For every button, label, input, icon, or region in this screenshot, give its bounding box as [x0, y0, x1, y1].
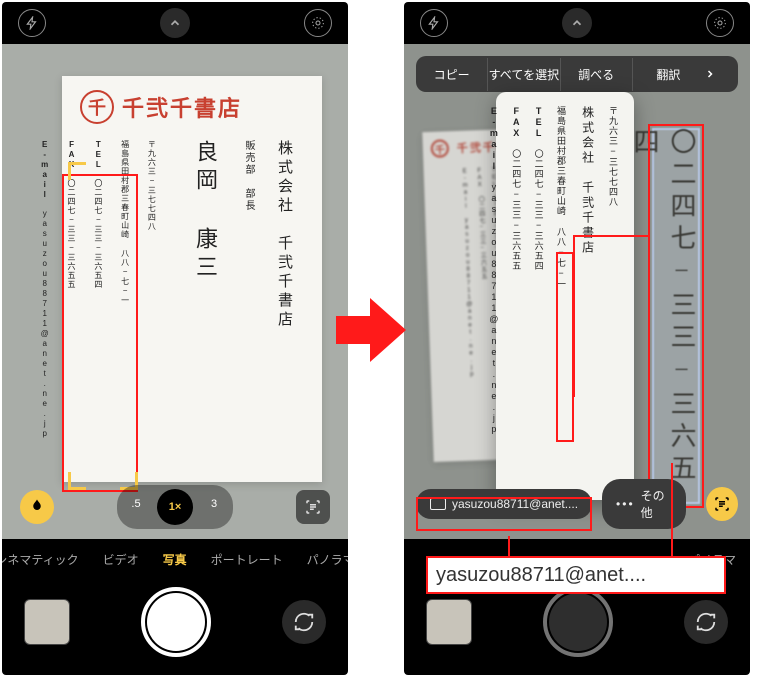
mail-icon: [430, 498, 446, 510]
live-photo-icon[interactable]: [304, 9, 332, 37]
card-postal: 〒九六三−三七七四八: [145, 140, 158, 440]
popup-company: 株式会社 千弐千書店: [576, 106, 598, 486]
annotation-line: [573, 235, 575, 397]
mode-pano[interactable]: パノラマ: [307, 551, 348, 568]
card-person-name: 良岡 康三: [185, 140, 225, 440]
zoom-main[interactable]: 1×: [157, 489, 193, 525]
mode-cinematic[interactable]: シネマティック: [2, 551, 79, 568]
mode-photo[interactable]: 写真: [163, 551, 187, 568]
card-title: 販売部 部長: [239, 140, 257, 440]
popup-fax: FAX 〇二四七−三三−三六五五: [509, 106, 523, 486]
selected-phone-big: 〇二四七−三三−三六五四: [652, 128, 700, 504]
shutter-button[interactable]: [141, 587, 211, 657]
store-name: 千弐千書店: [122, 91, 242, 123]
popup-email: E-mail yasuzou88711@anet.ne.jp: [486, 106, 500, 486]
other-chip-text: その他: [641, 487, 673, 521]
logo-icon: 千: [431, 139, 450, 158]
card-fax: FAX 〇二四七−三三−三六五五: [64, 140, 77, 440]
live-text-button[interactable]: [706, 487, 738, 521]
popup-address: 福島県田村郡三春町山崎 八八−七−一: [554, 106, 568, 486]
card-tel: TEL 〇二四七−三三−三六五四: [91, 140, 104, 440]
action-copy[interactable]: コピー: [416, 58, 488, 91]
last-photo-thumbnail[interactable]: [24, 599, 70, 645]
zoom-tele[interactable]: 3: [199, 489, 229, 519]
live-text-button[interactable]: [296, 490, 330, 524]
mode-video[interactable]: ビデオ: [103, 551, 139, 568]
mode-portrait[interactable]: ポートレート: [211, 551, 283, 568]
macro-mode-icon[interactable]: [20, 490, 54, 524]
action-more-icon[interactable]: [704, 68, 738, 80]
phone-left: 千 千弐千書店 株式会社 千弐千書店 販売部 部長 良岡 康三 〒九六三−三七七…: [2, 2, 348, 675]
flash-icon[interactable]: [18, 9, 46, 37]
card-address: 福島県田村郡三春町山崎 八八−七−一: [118, 140, 131, 440]
email-chip[interactable]: yasuzou88711@anet....: [416, 489, 592, 519]
zoom-wide[interactable]: .5: [121, 489, 151, 519]
livetext-corner-icon: [68, 162, 86, 180]
viewfinder[interactable]: 千 千弐千書店 株式会社 千弐千書店 販売部 部長 良岡 康三 〒九六三−三七七…: [2, 44, 348, 539]
card-company: 株式会社 千弐千書店: [271, 140, 298, 440]
logo-icon: 千: [80, 90, 114, 124]
action-lookup[interactable]: 調べる: [561, 58, 633, 91]
business-card: 千 千弐千書店 株式会社 千弐千書店 販売部 部長 良岡 康三 〒九六三−三七七…: [62, 76, 322, 482]
annotation-line: [508, 536, 510, 558]
text-action-menu: コピー すべてを選択 調べる 翻訳: [416, 56, 738, 92]
viewfinder[interactable]: コピー すべてを選択 調べる 翻訳 千 千弐千書店 株式会社 千弐千書店 福島県…: [404, 44, 750, 539]
action-select-all[interactable]: すべてを選択: [488, 58, 560, 91]
email-overlay: yasuzou88711@anet....: [426, 556, 726, 594]
camera-top-bar: [404, 2, 750, 44]
action-translate[interactable]: 翻訳: [633, 58, 704, 91]
expand-controls-icon[interactable]: [160, 8, 190, 38]
more-icon: •••: [616, 497, 635, 511]
camera-flip-icon[interactable]: [282, 600, 326, 644]
annotation-line: [671, 463, 673, 557]
other-chip[interactable]: ••• その他: [602, 479, 686, 529]
text-popup: 〒九六三−三七七四八 株式会社 千弐千書店 福島県田村郡三春町山崎 八八−七−一…: [496, 92, 634, 500]
expand-controls-icon[interactable]: [562, 8, 592, 38]
camera-top-bar: [2, 2, 348, 44]
annotation-line: [573, 235, 649, 237]
shutter-button[interactable]: [543, 587, 613, 657]
flash-icon[interactable]: [420, 9, 448, 37]
last-photo-thumbnail[interactable]: [426, 599, 472, 645]
camera-modes[interactable]: シネマティック ビデオ 写真 ポートレート パノラマ: [2, 539, 348, 579]
popup-tel: TEL 〇二四七−三三−三六五四: [531, 106, 545, 486]
live-photo-icon[interactable]: [706, 9, 734, 37]
zoom-selector[interactable]: .5 1× 3: [117, 485, 233, 529]
card-email: E-mail yasuzou88711@anet.ne.jp: [37, 140, 50, 440]
popup-postal: 〒九六三−三七七四八: [606, 106, 620, 486]
camera-flip-icon[interactable]: [684, 600, 728, 644]
email-chip-text: yasuzou88711@anet....: [452, 497, 578, 511]
